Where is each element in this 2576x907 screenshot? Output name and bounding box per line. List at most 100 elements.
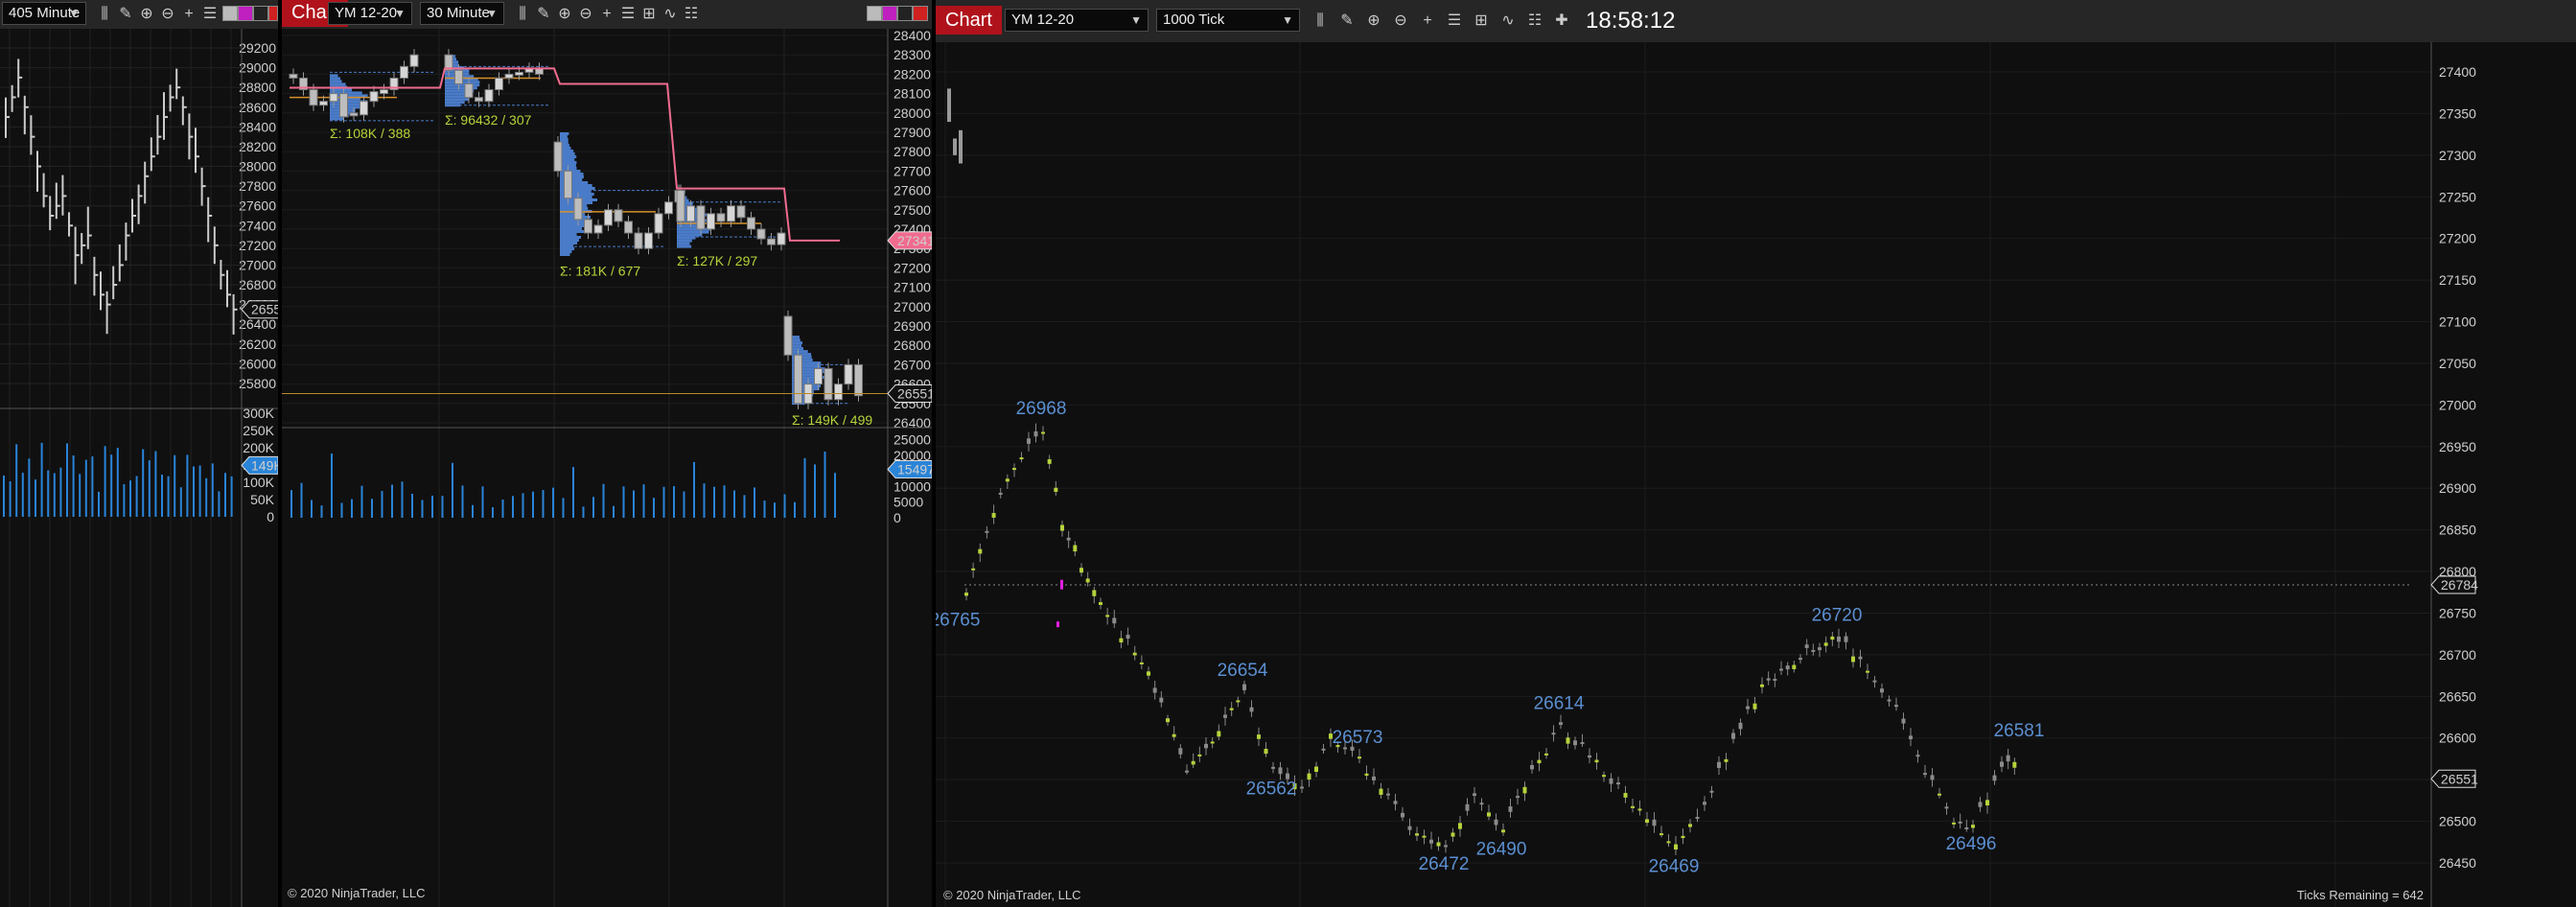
candle-body <box>686 205 695 222</box>
right-instrument-select[interactable]: YM 12-20 ▼ <box>1005 9 1149 32</box>
pencil-icon[interactable]: ✎ <box>533 4 554 25</box>
candle-body <box>947 88 951 123</box>
data-box-icon[interactable]: ⊞ <box>1471 11 1492 32</box>
candle-body <box>515 71 523 76</box>
bar-style-icon[interactable]: ⫼ <box>1310 11 1331 32</box>
candle <box>854 359 863 402</box>
strategies-icon[interactable]: ☷ <box>1524 11 1545 32</box>
profile-row <box>445 101 465 105</box>
candle-body <box>1717 761 1721 768</box>
properties-icon[interactable]: ☰ <box>1444 11 1465 32</box>
window-style-icon[interactable] <box>222 6 238 21</box>
profile-row <box>560 247 575 250</box>
candle-body <box>1792 664 1797 669</box>
candle-body <box>1242 684 1246 690</box>
right-chart-tab[interactable]: Chart <box>936 6 1002 35</box>
profile-row <box>792 344 802 348</box>
close-icon[interactable] <box>268 6 278 21</box>
candle-body <box>1516 796 1520 799</box>
profile-row <box>560 253 570 256</box>
crosshair-icon[interactable]: + <box>1417 11 1438 32</box>
candle-body <box>978 548 983 554</box>
data-box-icon[interactable]: ⊞ <box>638 4 660 25</box>
candle-body <box>1139 662 1144 664</box>
bar-style-icon[interactable]: ⫼ <box>94 4 115 25</box>
candle-body <box>1551 733 1556 735</box>
middle-volume-tag: 15497 <box>897 461 932 477</box>
zoom-in-icon[interactable]: ⊕ <box>136 4 157 25</box>
price-tick-label: 27400 <box>239 218 276 233</box>
price-tick-label: 26400 <box>893 415 931 430</box>
crosshair-icon[interactable]: + <box>596 4 617 25</box>
candle-body <box>985 530 989 533</box>
properties-icon[interactable]: ☰ <box>199 4 220 25</box>
candle-body <box>1060 524 1064 531</box>
zoom-out-icon[interactable]: ⊖ <box>1390 11 1411 32</box>
price-tick-label: 27250 <box>2439 189 2476 204</box>
right-chart-svg[interactable]: 27400 27350 27300 27250 27200 27150 27100 27050… <box>936 42 2576 907</box>
price-tick-label: 28600 <box>239 100 276 115</box>
candle-body <box>1159 697 1164 703</box>
window-color-icon[interactable] <box>238 6 253 21</box>
right-interval-select[interactable]: 1000 Tick ▼ <box>1156 9 1300 32</box>
candle-body <box>1019 457 1024 460</box>
candle-body <box>573 198 583 221</box>
middle-interval-select[interactable]: 30 Minute ▼ <box>420 2 504 25</box>
window-color-icon[interactable] <box>882 6 897 21</box>
candle-body <box>504 73 514 79</box>
candle-body <box>1178 748 1183 755</box>
middle-chart-svg[interactable]: 28400 28300 28200 28100 28000 27900 27800 27700… <box>282 29 932 907</box>
zoom-out-icon[interactable]: ⊖ <box>575 4 596 25</box>
candle-body <box>1674 844 1678 850</box>
profile-row <box>560 227 583 230</box>
indicators-icon[interactable]: ∿ <box>660 4 681 25</box>
candle-body <box>1880 688 1884 693</box>
zoom-in-icon[interactable]: ⊕ <box>1363 11 1384 32</box>
candle-body <box>1915 755 1920 757</box>
zoom-out-icon[interactable]: ⊖ <box>157 4 178 25</box>
window-style-icon[interactable] <box>867 6 882 21</box>
bar-style-icon[interactable]: ⫼ <box>512 4 533 25</box>
candle <box>824 362 833 406</box>
candle-body <box>1609 778 1613 784</box>
candle-body <box>1197 754 1202 756</box>
profile-row <box>792 338 801 342</box>
left-interval-select[interactable]: 405 Minute ▼ <box>2 2 86 25</box>
properties-icon[interactable]: ☰ <box>617 4 638 25</box>
volume-tick-label: 200K <box>243 440 274 455</box>
candle-body <box>1992 775 1997 781</box>
candle-body <box>1429 839 1433 844</box>
swing-label: 26720 <box>1812 606 1863 626</box>
price-tick-label: 26800 <box>239 277 276 292</box>
candle-body <box>777 232 786 245</box>
crosshair-icon[interactable]: + <box>178 4 199 25</box>
profile-row <box>560 155 577 158</box>
strategies-icon[interactable]: ☷ <box>681 4 702 25</box>
price-tick-label: 29000 <box>239 60 276 76</box>
candle <box>794 349 802 409</box>
close-icon[interactable] <box>913 6 928 21</box>
profile-row <box>560 250 572 253</box>
candle-body <box>1379 788 1383 795</box>
candle-body <box>1566 737 1570 744</box>
left-chart-pane: 405 Minute ▼ ⫼ ✎ ⊕ ⊖ + ☰ 29200 29000 28800 2… <box>0 0 278 907</box>
left-chart-svg[interactable]: 29200 29000 28800 28600 28400 28200 28000 27800… <box>0 29 278 907</box>
candle-body <box>953 138 957 155</box>
pencil-icon[interactable]: ✎ <box>115 4 136 25</box>
candle-body <box>1573 740 1577 746</box>
profile-row <box>677 244 692 248</box>
candle-body <box>736 205 746 219</box>
minimize-icon[interactable] <box>897 6 913 21</box>
middle-instrument-select[interactable]: YM 12-20 ▼ <box>328 2 412 25</box>
candle-body <box>1637 808 1642 811</box>
minimize-icon[interactable] <box>253 6 268 21</box>
candle-body <box>1958 821 1962 824</box>
zoom-in-icon[interactable]: ⊕ <box>554 4 575 25</box>
pencil-icon[interactable]: ✎ <box>1336 11 1358 32</box>
indicators-icon[interactable]: ∿ <box>1497 11 1519 32</box>
drawing-tools-icon[interactable]: ✚ <box>1551 11 1572 32</box>
clock: 18:58:12 <box>1586 8 1676 34</box>
candle-body <box>1236 700 1241 703</box>
candle-body <box>814 367 823 385</box>
candle-body <box>593 224 603 234</box>
